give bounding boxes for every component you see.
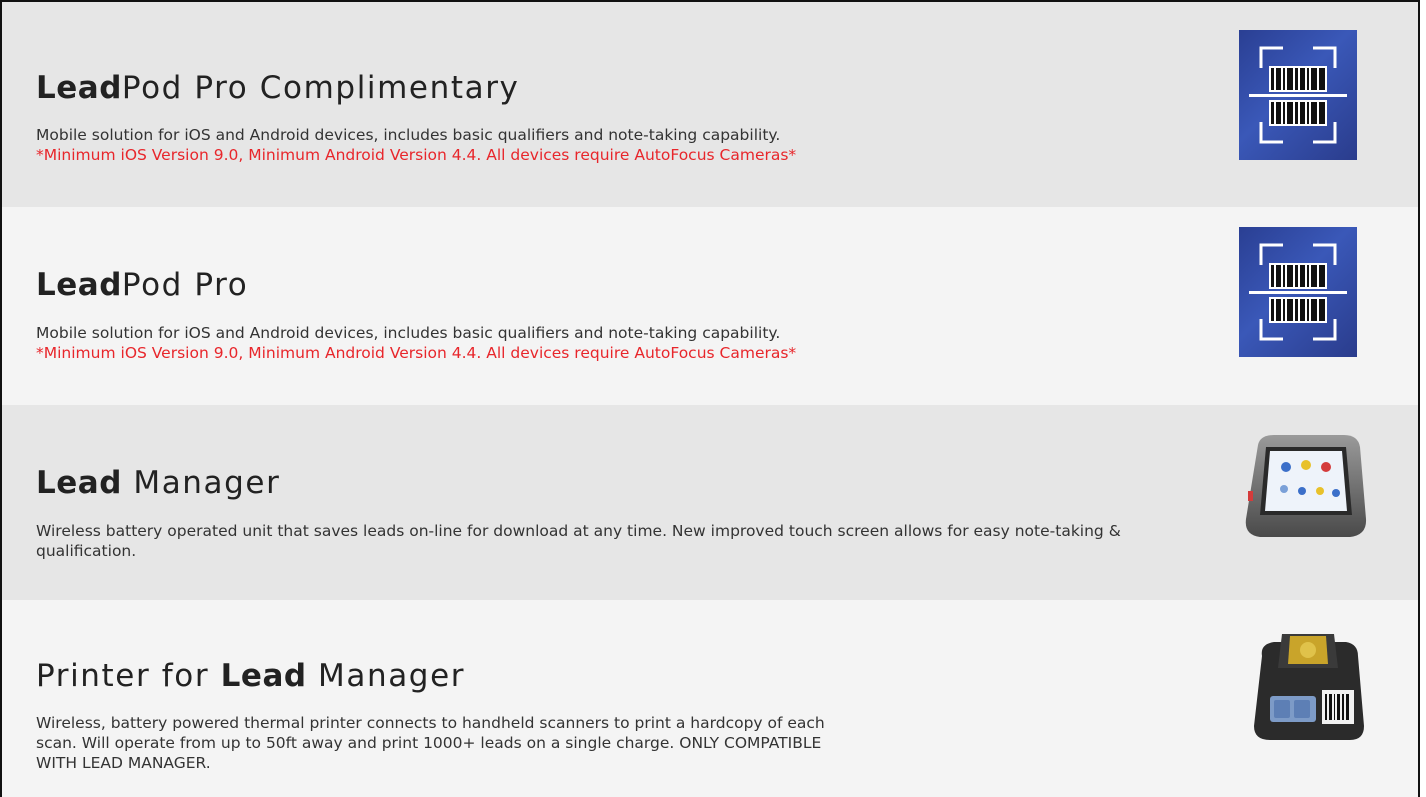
product-description-text: Wireless, battery powered thermal printe… — [36, 714, 825, 772]
product-title-bold: Lead — [220, 658, 307, 694]
product-row-leadpod-pro-complimentary[interactable]: LeadPod Pro Complimentary Mobile solutio… — [2, 2, 1418, 207]
product-row-printer[interactable]: Printer for Lead Manager Wireless, batte… — [2, 600, 1418, 797]
product-title-bold: Lead — [36, 465, 122, 501]
product-title: LeadPod Pro — [36, 267, 248, 303]
product-description: Mobile solution for iOS and Android devi… — [36, 323, 1216, 363]
product-description: Mobile solution for iOS and Android devi… — [36, 125, 1216, 165]
product-description: Wireless battery operated unit that save… — [36, 521, 1216, 561]
product-title-prefix: Printer for — [36, 658, 221, 694]
product-title: Lead Manager — [36, 465, 280, 501]
product-description: Wireless, battery powered thermal printe… — [36, 713, 856, 773]
product-description-text: Wireless battery operated unit that save… — [36, 522, 1121, 560]
product-title-rest: Manager — [306, 658, 466, 694]
barcode-scanner-app-icon — [1239, 227, 1357, 357]
product-title-rest: Pod Pro Complimentary — [121, 70, 520, 106]
product-title: Printer for Lead Manager — [36, 658, 465, 694]
product-title-rest: Manager — [121, 465, 281, 501]
product-title-rest: Pod Pro — [121, 267, 249, 303]
product-list: LeadPod Pro Complimentary Mobile solutio… — [0, 0, 1420, 797]
product-title-bold: Lead — [36, 70, 122, 106]
product-description-text: Mobile solution for iOS and Android devi… — [36, 324, 781, 342]
product-row-leadpod-pro[interactable]: LeadPod Pro Mobile solution for iOS and … — [2, 207, 1418, 405]
product-row-lead-manager[interactable]: Lead Manager Wireless battery operated u… — [2, 405, 1418, 600]
thermal-printer-image — [1248, 626, 1368, 750]
product-title: LeadPod Pro Complimentary — [36, 70, 519, 106]
touchscreen-device-image — [1240, 427, 1370, 551]
product-description-text: Mobile solution for iOS and Android devi… — [36, 126, 781, 144]
product-warning-text: *Minimum iOS Version 9.0, Minimum Androi… — [36, 146, 797, 164]
product-warning-text: *Minimum iOS Version 9.0, Minimum Androi… — [36, 344, 797, 362]
barcode-scanner-app-icon — [1239, 30, 1357, 160]
product-title-bold: Lead — [36, 267, 122, 303]
